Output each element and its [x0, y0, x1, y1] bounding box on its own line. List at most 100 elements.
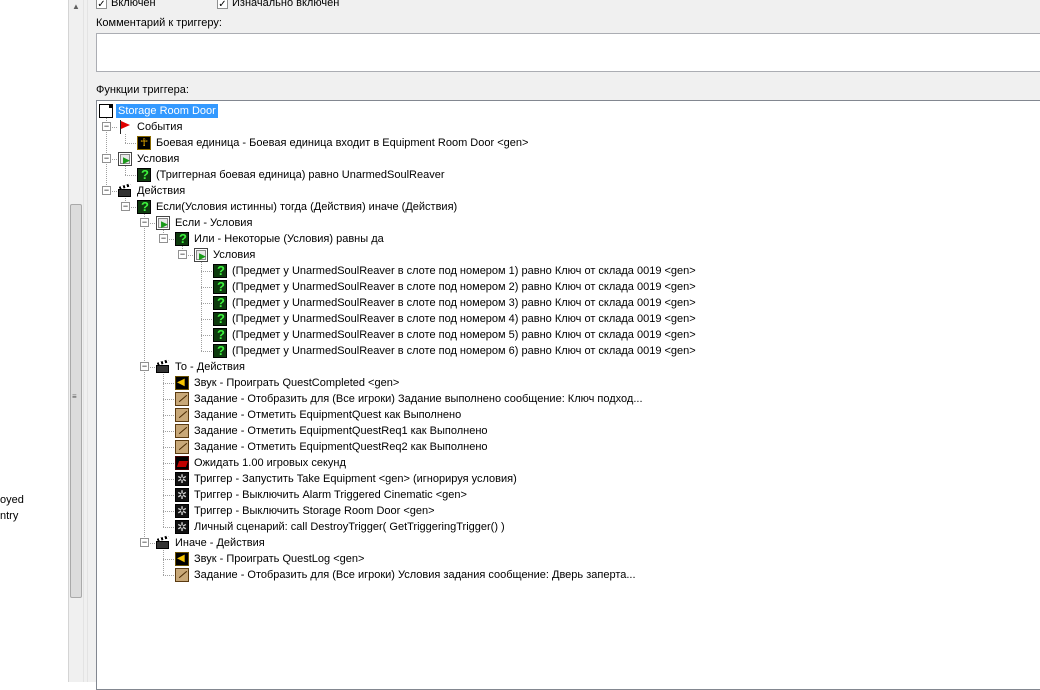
tree-node-t2[interactable]: Задание - Отобразить для (Все игроки) За…	[175, 391, 645, 407]
tree-node-t4[interactable]: Задание - Отметить EquipmentQuestReq1 ка…	[175, 423, 490, 439]
tree-connector-line	[163, 479, 174, 480]
checkmark-icon[interactable]: ✓	[96, 0, 107, 10]
tree-node-label[interactable]: Условия	[211, 248, 257, 262]
tree-connector-line	[201, 287, 212, 288]
tree-connector-line	[201, 262, 202, 351]
tree-node-else[interactable]: − Иначе - Действия	[140, 535, 267, 551]
tree-node-label[interactable]: Задание - Отобразить для (Все игроки) За…	[192, 392, 645, 406]
collapse-toggle-icon[interactable]: −	[140, 538, 149, 547]
question-icon	[213, 279, 227, 294]
tree-node-label[interactable]: Триггер - Выключить Storage Room Door <g…	[192, 504, 437, 518]
checkmark-icon[interactable]: ✓	[217, 0, 228, 10]
tree-node-label[interactable]: Storage Room Door	[116, 104, 218, 118]
tree-node-label[interactable]: (Предмет у UnarmedSoulReaver в слоте под…	[230, 280, 698, 294]
collapse-toggle-icon[interactable]: −	[121, 202, 130, 211]
tree-node-label[interactable]: Задание - Отметить EquipmentQuestReq2 ка…	[192, 440, 490, 454]
tree-node-t1[interactable]: Звук - Проиграть QuestCompleted <gen>	[175, 375, 401, 391]
tree-connector-line	[163, 383, 174, 384]
tree-connector-line	[163, 550, 164, 575]
tree-node-orconds[interactable]: − Условия	[178, 247, 257, 263]
scrollbar-thumb[interactable]	[70, 204, 82, 598]
tree-node-label[interactable]: Триггер - Запустить Take Equipment <gen>…	[192, 472, 519, 486]
tree-node-t3[interactable]: Задание - Отметить EquipmentQuest как Вы…	[175, 407, 463, 423]
initially-enabled-checkbox[interactable]: ✓ Изначально включен	[217, 0, 339, 10]
tree-node-oc4[interactable]: (Предмет у UnarmedSoulReaver в слоте под…	[213, 311, 698, 327]
tree-node-x1[interactable]: Звук - Проиграть QuestLog <gen>	[175, 551, 366, 567]
tree-node-label[interactable]: Задание - Отметить EquipmentQuestReq1 ка…	[192, 424, 490, 438]
tree-node-oc5[interactable]: (Предмет у UnarmedSoulReaver в слоте под…	[213, 327, 698, 343]
tree-node-c1[interactable]: (Триггерная боевая единица) равно Unarme…	[137, 167, 446, 183]
question-icon	[213, 263, 227, 278]
collapse-toggle-icon[interactable]: −	[159, 234, 168, 243]
sound-icon	[175, 552, 189, 566]
trigger-icon	[175, 488, 189, 502]
left-pane: oyed ntry	[0, 0, 68, 682]
enabled-checkbox[interactable]: ✓ Включен	[96, 0, 156, 10]
tree-node-label[interactable]: Если(Условия истинны) тогда (Действия) и…	[154, 200, 459, 214]
unit-icon	[137, 136, 151, 150]
left-scrollbar[interactable]: ▲ ≡	[68, 0, 83, 682]
tree-connector-line	[201, 319, 212, 320]
tree-node-label[interactable]: (Предмет у UnarmedSoulReaver в слоте под…	[230, 344, 698, 358]
page-icon	[99, 104, 113, 118]
tree-node-conds[interactable]: − Условия	[102, 151, 181, 167]
tree-node-ifconds[interactable]: − Если - Условия	[140, 215, 254, 231]
tree-connector-line	[163, 511, 174, 512]
tree-node-label[interactable]: Триггер - Выключить Alarm Triggered Cine…	[192, 488, 469, 502]
question-icon	[213, 311, 227, 326]
tree-node-e1[interactable]: Боевая единица - Боевая единица входит в…	[137, 135, 530, 151]
tree-node-label[interactable]: То - Действия	[173, 360, 247, 374]
tree-node-oc1[interactable]: (Предмет у UnarmedSoulReaver в слоте под…	[213, 263, 698, 279]
clapper-icon	[118, 184, 132, 198]
collapse-toggle-icon[interactable]: −	[178, 250, 187, 259]
tree-node-t10[interactable]: Личный сценарий: call DestroyTrigger( Ge…	[175, 519, 507, 535]
tree-node-events[interactable]: − События	[102, 119, 184, 135]
tree-connector-line	[125, 143, 136, 144]
tree-node-label[interactable]: Звук - Проиграть QuestCompleted <gen>	[192, 376, 401, 390]
grip-icon: ≡	[72, 392, 77, 401]
tree-node-t9[interactable]: Триггер - Выключить Storage Room Door <g…	[175, 503, 437, 519]
tree-node-t7[interactable]: Триггер - Запустить Take Equipment <gen>…	[175, 471, 519, 487]
tree-node-label[interactable]: (Предмет у UnarmedSoulReaver в слоте под…	[230, 296, 698, 310]
tree-node-root[interactable]: Storage Room Door	[99, 103, 218, 119]
tree-node-label[interactable]: Боевая единица - Боевая единица входит в…	[154, 136, 530, 150]
tree-node-if[interactable]: − Если(Условия истинны) тогда (Действия) …	[121, 199, 459, 215]
collapse-toggle-icon[interactable]: −	[102, 154, 111, 163]
tree-node-x2[interactable]: Задание - Отобразить для (Все игроки) Ус…	[175, 567, 638, 583]
tree-connector-line	[144, 214, 145, 543]
collapse-toggle-icon[interactable]: −	[140, 362, 149, 371]
collapse-toggle-icon[interactable]: −	[140, 218, 149, 227]
tree-node-label[interactable]: Звук - Проиграть QuestLog <gen>	[192, 552, 366, 566]
tree-node-t6[interactable]: Ожидать 1.00 игровых секунд	[175, 455, 348, 471]
tree-node-then[interactable]: − То - Действия	[140, 359, 247, 375]
tree-node-label[interactable]: (Предмет у UnarmedSoulReaver в слоте под…	[230, 328, 698, 342]
tree-node-label[interactable]: Иначе - Действия	[173, 536, 267, 550]
tree-node-label[interactable]: Личный сценарий: call DestroyTrigger( Ge…	[192, 520, 507, 534]
collapse-toggle-icon[interactable]: −	[102, 122, 111, 131]
scroll-up-arrow-icon[interactable]: ▲	[72, 2, 80, 11]
tree-node-acts[interactable]: − Действия	[102, 183, 187, 199]
tree-node-oc6[interactable]: (Предмет у UnarmedSoulReaver в слоте под…	[213, 343, 698, 359]
comment-textarea[interactable]	[96, 33, 1040, 72]
enabled-label: Включен	[111, 0, 156, 9]
collapse-toggle-icon[interactable]: −	[102, 186, 111, 195]
tree-node-t8[interactable]: Триггер - Выключить Alarm Triggered Cine…	[175, 487, 469, 503]
tree-node-label[interactable]: Или - Некоторые (Условия) равны да	[192, 232, 386, 246]
tree-node-label[interactable]: Если - Условия	[173, 216, 254, 230]
tree-node-oc3[interactable]: (Предмет у UnarmedSoulReaver в слоте под…	[213, 295, 698, 311]
trigger-functions-tree[interactable]: Storage Room Door−СобытияБоевая единица …	[96, 100, 1040, 690]
tree-node-label[interactable]: Ожидать 1.00 игровых секунд	[192, 456, 348, 470]
trigger-icon	[175, 520, 189, 534]
tree-node-label[interactable]: События	[135, 120, 184, 134]
tree-node-label[interactable]: (Предмет у UnarmedSoulReaver в слоте под…	[230, 264, 698, 278]
tree-node-label[interactable]: (Триггерная боевая единица) равно Unarme…	[154, 168, 446, 182]
tree-node-label[interactable]: Задание - Отметить EquipmentQuest как Вы…	[192, 408, 463, 422]
tree-node-oc2[interactable]: (Предмет у UnarmedSoulReaver в слоте под…	[213, 279, 698, 295]
tree-node-label[interactable]: Действия	[135, 184, 187, 198]
tree-node-label[interactable]: Условия	[135, 152, 181, 166]
tree-node-label[interactable]: Задание - Отобразить для (Все игроки) Ус…	[192, 568, 638, 582]
tree-node-label[interactable]: (Предмет у UnarmedSoulReaver в слоте под…	[230, 312, 698, 326]
tree-node-or[interactable]: − Или - Некоторые (Условия) равны да	[159, 231, 386, 247]
tree-node-t5[interactable]: Задание - Отметить EquipmentQuestReq2 ка…	[175, 439, 490, 455]
tree-connector-line	[163, 431, 174, 432]
